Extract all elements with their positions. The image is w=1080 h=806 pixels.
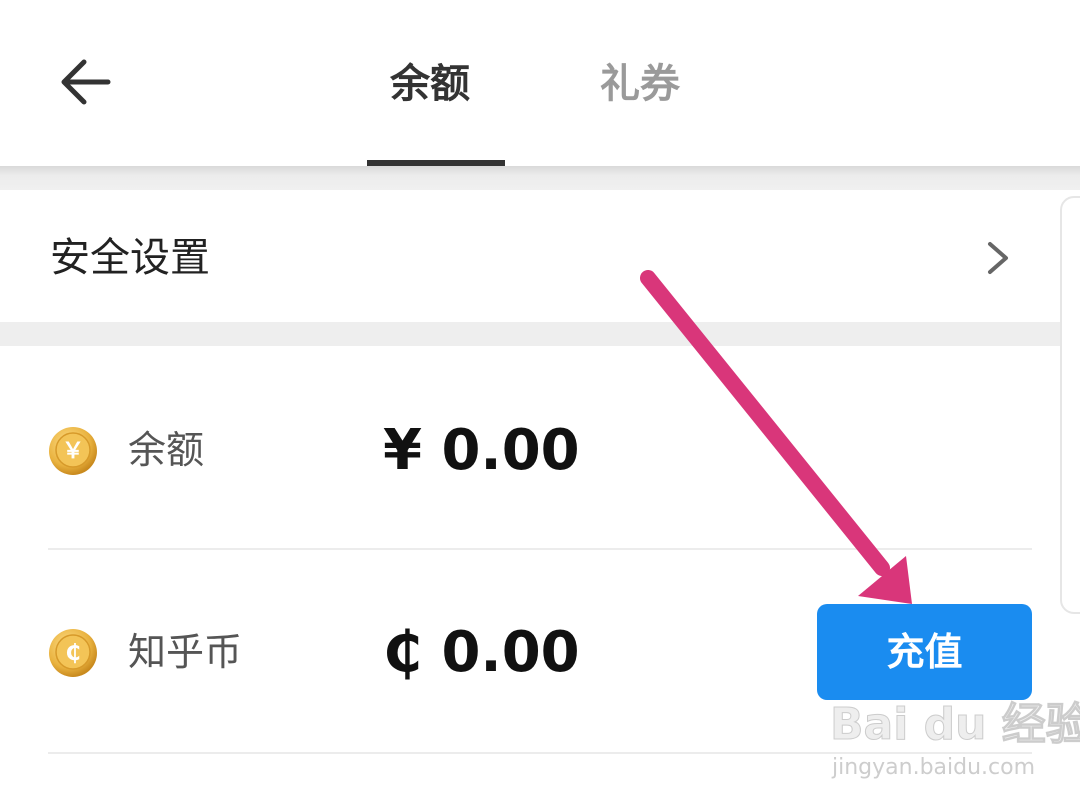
- row-divider: [48, 752, 1032, 754]
- balance-row: ￥ 余额 ¥ 0.00: [0, 350, 1080, 550]
- top-bar: 余额 礼券: [0, 0, 1080, 166]
- balance-label: 余额: [128, 428, 205, 472]
- zhihu-coin-icon: ₵: [49, 629, 97, 677]
- balance-amount: ¥ 0.00: [383, 418, 580, 483]
- tab-coupons[interactable]: 礼券: [600, 56, 680, 112]
- security-settings-row[interactable]: 安全设置: [0, 190, 1080, 322]
- zhihu-coin-label: 知乎币: [128, 630, 243, 674]
- arrow-left-icon: [61, 59, 111, 105]
- zhihu-coin-amount: ₵ 0.00: [383, 620, 580, 685]
- section-separator: [0, 166, 1080, 190]
- svg-text:₵: ₵: [65, 641, 80, 666]
- svg-text:￥: ￥: [62, 439, 84, 464]
- recharge-button[interactable]: 充值: [817, 604, 1032, 700]
- back-button[interactable]: [56, 52, 116, 112]
- section-separator: [0, 322, 1080, 346]
- watermark-url: jingyan.baidu.com: [832, 755, 1036, 780]
- security-settings-label: 安全设置: [50, 235, 210, 281]
- row-divider: [48, 548, 1032, 550]
- chevron-right-icon: [988, 242, 1008, 274]
- tab-balance[interactable]: 余额: [390, 56, 470, 112]
- yuan-coin-icon: ￥: [49, 427, 97, 475]
- wallet-screen: 余额 礼券 安全设置 ￥ 余额 ¥ 0.00 ₵ 知乎币 ₵ 0.00 充值 B…: [0, 0, 1080, 806]
